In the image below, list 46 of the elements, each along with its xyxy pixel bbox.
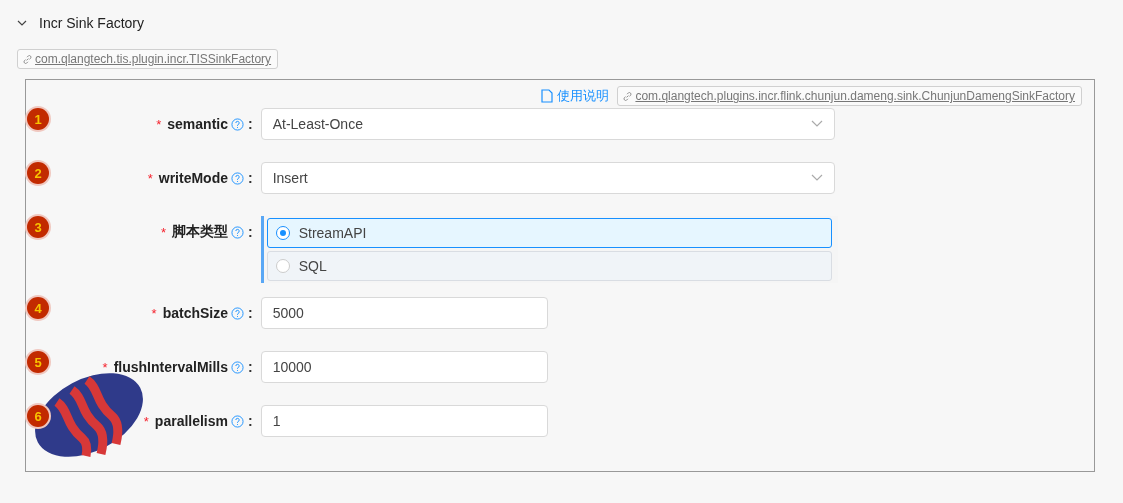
chevron-icon[interactable] xyxy=(17,18,27,28)
step-number: 6 xyxy=(27,405,49,427)
step-number: 1 xyxy=(27,108,49,130)
implementation-link[interactable]: com.qlangtech.plugins.incr.flink.chunjun.dameng.sink.ChunjunDamengSinkFactory xyxy=(617,86,1082,106)
field-label: flushIntervalMills xyxy=(113,359,228,375)
colon: : xyxy=(248,413,253,429)
step-number: 4 xyxy=(27,297,49,319)
step-number: 2 xyxy=(27,162,49,184)
select-field[interactable]: Insert xyxy=(260,162,835,194)
field-label: batchSize xyxy=(162,305,228,321)
document-icon xyxy=(541,89,554,103)
caret-icon xyxy=(810,174,823,182)
link-icon xyxy=(622,90,634,102)
radio-option[interactable]: SQL xyxy=(266,251,832,281)
input-field[interactable]: 1 xyxy=(260,405,548,437)
required-mark: * xyxy=(143,413,149,429)
field-label: semantic xyxy=(167,116,228,132)
colon: : xyxy=(248,305,253,321)
field-label: writeMode xyxy=(158,170,228,186)
help-icon[interactable] xyxy=(231,117,244,131)
help-icon[interactable] xyxy=(231,360,244,374)
input-field[interactable]: 5000 xyxy=(260,297,548,329)
required-mark: * xyxy=(160,224,166,240)
step-number: 3 xyxy=(27,216,49,238)
help-icon[interactable] xyxy=(231,225,244,239)
help-icon[interactable] xyxy=(231,171,244,185)
step-number: 5 xyxy=(27,351,49,373)
colon: : xyxy=(248,359,253,375)
field-label: 脚本类型 xyxy=(172,223,228,241)
colon: : xyxy=(248,224,253,240)
link-icon xyxy=(22,53,33,65)
input-field[interactable]: 10000 xyxy=(260,351,548,383)
required-mark: * xyxy=(102,359,108,375)
caret-icon xyxy=(810,120,823,128)
required-mark: * xyxy=(156,116,162,132)
field-label: parallelism xyxy=(154,413,228,429)
select-field[interactable]: At-Least-Once xyxy=(260,108,835,140)
required-mark: * xyxy=(151,305,157,321)
help-icon[interactable] xyxy=(231,414,244,428)
colon: : xyxy=(248,116,253,132)
plugin-link[interactable]: com.qlangtech.tis.plugin.incr.TISSinkFactory xyxy=(17,49,279,69)
help-icon[interactable] xyxy=(231,306,244,320)
section-title: Incr Sink Factory xyxy=(39,15,145,31)
required-mark: * xyxy=(147,170,153,186)
radio-option[interactable]: StreamAPI xyxy=(266,218,832,248)
colon: : xyxy=(248,170,253,186)
